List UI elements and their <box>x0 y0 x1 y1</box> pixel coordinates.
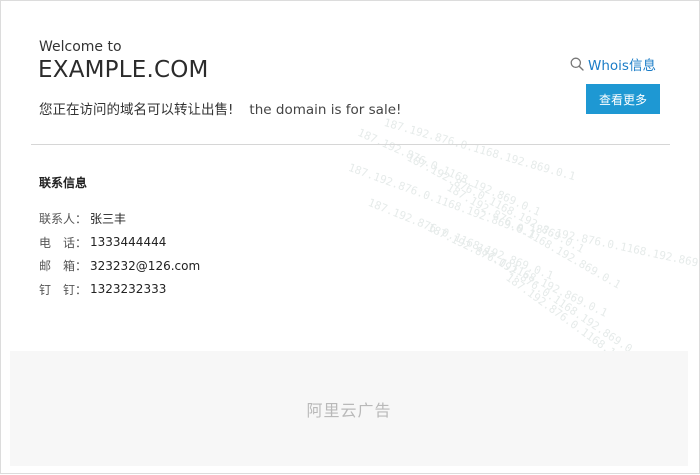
contact-section-title: 联系信息 <box>39 176 88 190</box>
watermark-line: 187.192.876.0.1168.192.869.0.1 <box>355 126 543 219</box>
domain-sale-card: 187.192.876.0.1168.192.869.0.1 187.192.8… <box>0 0 700 474</box>
whois-label: Whois信息 <box>588 58 656 74</box>
watermark-line: 187.192.876.0.1168.192.869.0.1 <box>425 221 610 320</box>
contact-row-email: 邮 箱： 323232@126.com <box>39 254 200 278</box>
contact-value: 323232@126.com <box>90 258 201 273</box>
watermark-line: 187.192.876.0.1168.192.869.0.1 <box>528 221 700 276</box>
contact-label: 钉 钉： <box>39 282 88 297</box>
ad-label: 阿里云广告 <box>306 400 392 420</box>
sale-notice-cn: 您正在访问的域名可以转让出售! <box>39 102 234 118</box>
domain-name: EXAMPLE.COM <box>38 57 209 83</box>
ad-banner[interactable]: 阿里云广告 <box>10 351 688 466</box>
contact-row-phone: 电 话： 1333444444 <box>39 231 200 255</box>
watermark-line: 187.192.876.0.1168.192.869.0.1 <box>404 151 587 256</box>
contact-value: 1323232333 <box>90 282 167 297</box>
contact-label: 联系人： <box>39 212 88 227</box>
sale-notice: 您正在访问的域名可以转让出售! the domain is for sale! <box>39 98 401 118</box>
watermark-line: 187.192.876.0.1168.192.869.0.1 <box>366 196 556 283</box>
contact-row-dingtalk: 钉 钉： 1323232333 <box>39 278 200 302</box>
contact-list: 联系人： 张三丰 电 话： 1333444444 邮 箱： 323232@126… <box>39 207 200 301</box>
sale-notice-en: the domain is for sale! <box>249 102 402 118</box>
contact-value: 1333444444 <box>90 235 167 250</box>
watermark-line: 187.192.876.0.1168.192.869.0.1 <box>346 161 538 242</box>
contact-row-person: 联系人： 张三丰 <box>39 207 200 231</box>
ip-number-watermark: 187.192.876.0.1168.192.869.0.1 187.192.8… <box>331 101 700 398</box>
watermark-line: 187.192.876.0.1168.192.869.0.1 <box>473 241 646 363</box>
search-icon <box>570 57 584 71</box>
watermark-line: 187.192.876.0.1168.192.869.0.1 <box>444 181 624 292</box>
contact-label: 邮 箱： <box>39 259 88 274</box>
view-more-button[interactable]: 查看更多 <box>586 84 660 114</box>
whois-link[interactable]: Whois信息 <box>570 54 656 74</box>
contact-label: 电 话： <box>39 235 88 250</box>
section-divider <box>31 144 670 145</box>
contact-value: 张三丰 <box>90 212 127 227</box>
watermark-line: 187.192.876.0.1168.192.869.0.1 <box>382 116 577 184</box>
welcome-text: Welcome to <box>39 39 122 55</box>
